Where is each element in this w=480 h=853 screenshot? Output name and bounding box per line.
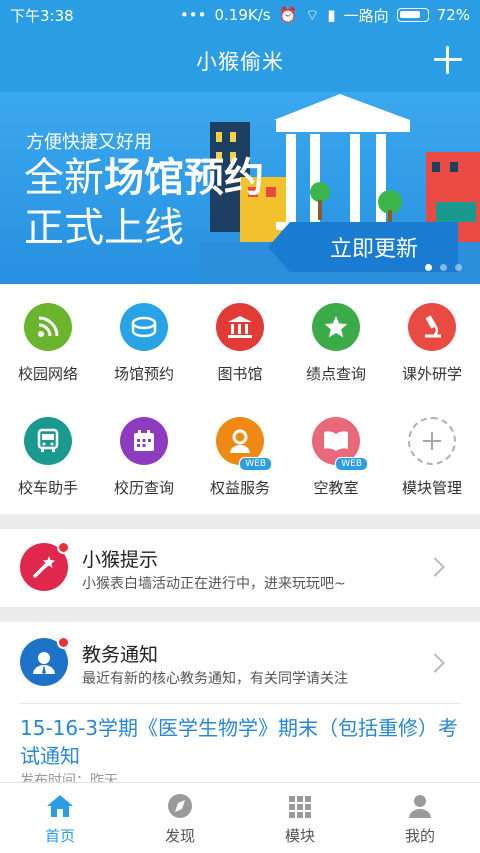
wifi-icon bbox=[24, 303, 72, 351]
tab-profile[interactable]: 我的 bbox=[360, 783, 480, 853]
book-icon: WEB bbox=[312, 417, 368, 471]
module-extracurricular[interactable]: 课外研学 bbox=[384, 285, 480, 395]
tips-description: 小猴表白墙活动正在进行中，进来玩玩吧~ bbox=[82, 576, 346, 592]
add-icon bbox=[408, 417, 456, 465]
grid-icon bbox=[289, 796, 311, 818]
signal-icon: ▮ bbox=[327, 6, 336, 24]
chevron-right-icon bbox=[425, 653, 445, 673]
module-label: 模块管理 bbox=[401, 479, 462, 497]
more-dots-icon: ••• bbox=[179, 6, 207, 24]
list-divider bbox=[20, 703, 460, 704]
status-bar: 下午3:38 ••• 0.19K/s ⏰ ⌔ ▮ 一路向 72% bbox=[0, 0, 480, 30]
module-shuttle-bus[interactable]: 校车助手 bbox=[0, 399, 96, 509]
banner-headline-1b: 场馆预约 bbox=[104, 155, 264, 201]
tab-label: 我的 bbox=[404, 827, 435, 845]
tab-home[interactable]: 首页 bbox=[0, 783, 120, 853]
banner-headline-2: 正式上线 bbox=[24, 205, 184, 251]
module-venue-booking[interactable]: 场馆预约 bbox=[96, 285, 192, 395]
module-label: 权益服务 bbox=[209, 479, 270, 497]
promo-banner[interactable]: 方便快捷又好用 全新场馆预约 正式上线 立即更新 bbox=[0, 92, 480, 284]
tab-label: 首页 bbox=[44, 827, 75, 845]
network-speed: 0.19K/s bbox=[214, 6, 271, 24]
unread-dot bbox=[57, 636, 70, 649]
unread-dot bbox=[57, 541, 70, 554]
notice-title: 教务通知 bbox=[82, 644, 159, 666]
academic-notice-card[interactable]: 教务通知 最近有新的核心教务通知，有关同学请关注 bbox=[0, 622, 480, 704]
battery-level: 72% bbox=[436, 6, 470, 24]
alarm-icon: ⏰ bbox=[278, 6, 298, 24]
library-icon bbox=[216, 303, 264, 351]
add-button[interactable] bbox=[430, 42, 466, 78]
status-right: ••• 0.19K/s ⏰ ⌔ ▮ 一路向 72% bbox=[180, 5, 470, 26]
magic-wand-icon bbox=[20, 541, 70, 591]
banner-subtitle: 方便快捷又好用 bbox=[26, 132, 152, 153]
tab-label: 模块 bbox=[284, 827, 315, 845]
compass-icon bbox=[168, 794, 192, 818]
page-title: 小猴偷米 bbox=[196, 50, 284, 74]
bottom-tab-bar: 首页 发现 模块 我的 bbox=[0, 782, 480, 853]
stadium-icon bbox=[120, 303, 168, 351]
user-icon bbox=[409, 795, 431, 818]
star-icon bbox=[312, 303, 360, 351]
web-badge: WEB bbox=[239, 457, 272, 471]
bus-icon bbox=[24, 417, 72, 465]
home-icon bbox=[47, 795, 73, 817]
module-library[interactable]: 图书馆 bbox=[192, 285, 288, 395]
person-icon: WEB bbox=[216, 417, 272, 471]
battery-icon bbox=[396, 8, 429, 22]
tab-discover[interactable]: 发现 bbox=[120, 783, 240, 853]
tab-label: 发现 bbox=[164, 827, 195, 845]
module-label: 课外研学 bbox=[401, 365, 462, 383]
module-label: 绩点查询 bbox=[305, 365, 366, 383]
tips-card[interactable]: 小猴提示 小猴表白墙活动正在进行中，进来玩玩吧~ bbox=[0, 529, 480, 607]
carousel-dot[interactable] bbox=[455, 264, 462, 271]
section-divider bbox=[0, 514, 480, 529]
module-label: 图书馆 bbox=[217, 365, 263, 383]
chevron-right-icon bbox=[425, 557, 445, 577]
microscope-icon bbox=[408, 303, 456, 351]
module-rights-service[interactable]: WEB 权益服务 bbox=[192, 399, 288, 509]
module-label: 场馆预约 bbox=[113, 365, 174, 383]
calendar-icon bbox=[120, 417, 168, 465]
wifi-icon: ⌔ bbox=[305, 5, 320, 24]
notice-item-title[interactable]: 15-16-3学期《医学生物学》期末（包括重修）考试通知 bbox=[20, 714, 460, 770]
carousel-dot-active[interactable] bbox=[425, 264, 432, 271]
module-grid: 校园网络 场馆预约 图书馆 绩点查询 课外研学 校车助手 校历查询 WEB 权益… bbox=[0, 285, 480, 513]
module-label: 校园网络 bbox=[17, 365, 78, 383]
section-divider bbox=[0, 607, 480, 622]
tips-title: 小猴提示 bbox=[82, 549, 159, 571]
module-campus-network[interactable]: 校园网络 bbox=[0, 285, 96, 395]
module-label: 空教室 bbox=[313, 479, 359, 497]
carousel-indicator bbox=[425, 264, 462, 271]
module-empty-classroom[interactable]: WEB 空教室 bbox=[288, 399, 384, 509]
notice-description: 最近有新的核心教务通知，有关同学请关注 bbox=[82, 671, 348, 687]
status-time: 下午3:38 bbox=[10, 6, 74, 25]
web-badge: WEB bbox=[335, 457, 368, 471]
module-label: 校车助手 bbox=[17, 479, 78, 497]
module-manage[interactable]: 模块管理 bbox=[384, 399, 480, 509]
module-label: 校历查询 bbox=[113, 479, 174, 497]
person-icon bbox=[20, 636, 70, 686]
carousel-dot[interactable] bbox=[440, 264, 447, 271]
tab-modules[interactable]: 模块 bbox=[240, 783, 360, 853]
module-gpa-query[interactable]: 绩点查询 bbox=[288, 285, 384, 395]
carrier-name: 一路向 bbox=[343, 6, 389, 25]
banner-headline-1a: 全新 bbox=[24, 155, 104, 201]
app-header: 小猴偷米 bbox=[0, 30, 480, 92]
module-school-calendar[interactable]: 校历查询 bbox=[96, 399, 192, 509]
banner-headline-1: 全新场馆预约 bbox=[24, 154, 264, 202]
